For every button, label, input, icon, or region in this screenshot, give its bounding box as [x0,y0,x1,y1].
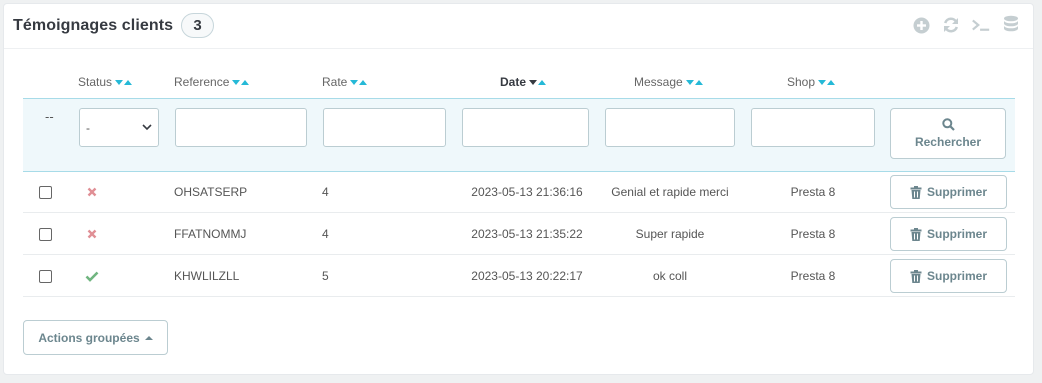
row-checkbox[interactable] [39,269,52,283]
column-label-rate: Rate [322,75,348,89]
row-select-cell [39,171,52,213]
database-icon[interactable] [1001,15,1021,35]
search-icon [941,118,955,131]
delete-button[interactable]: Supprimer [890,175,1007,209]
column-label-reference: Reference [174,75,230,89]
date-filter-input[interactable] [462,108,589,147]
sort-asc-icon[interactable] [124,79,133,85]
disabled-cross-icon[interactable] [87,229,97,239]
date-cell: 2023-05-13 21:35:22 [471,227,583,241]
shop-filter-input[interactable] [751,108,875,147]
status-filter-value: - [86,120,90,135]
trash-icon [910,227,922,241]
row-checkbox[interactable] [39,227,52,241]
reference-cell: OHSATSERP [174,185,248,199]
row-select-cell [39,213,52,255]
status-cell [87,213,97,255]
date-cell: 2023-05-13 20:22:17 [471,269,583,283]
date-cell: 2023-05-13 21:36:16 [471,185,583,199]
sort-desc-icon[interactable] [115,79,124,85]
filter-row: -- - Rechercher [23,98,1015,172]
delete-button[interactable]: Supprimer [890,259,1007,293]
sort-desc-icon[interactable] [232,79,241,85]
row-select-cell [39,255,52,297]
rate-filter-input[interactable] [323,108,446,147]
shop-cell: Presta 8 [790,269,836,283]
rate-cell: 4 [322,227,329,241]
chevron-down-icon [142,124,152,131]
bulk-actions-label: Actions groupées [38,330,140,345]
status-filter-select[interactable]: - [79,108,159,147]
delete-button-label: Supprimer [926,227,987,241]
disabled-cross-icon[interactable] [87,187,97,197]
table-row: OHSATSERP 4 2023-05-13 21:36:16 Genial e… [23,171,1015,213]
reference-filter-input[interactable] [175,108,307,147]
panel-title: Témoignages clients [13,17,174,34]
column-header-reference: Reference [174,75,250,89]
sort-controls-status [115,79,133,85]
terminal-icon[interactable] [971,15,991,35]
testimonials-panel: Témoignages clients 3 Status Reference R… [3,3,1034,375]
sort-desc-icon[interactable] [818,79,827,85]
column-label-status: Status [78,75,113,89]
reference-cell: FFATNOMMJ [174,227,247,241]
column-label-message: Message [634,75,683,89]
message-cell: Genial et rapide merci [611,185,729,199]
row-checkbox[interactable] [39,185,52,199]
message-filter-input[interactable] [605,108,735,147]
bulk-select-placeholder: -- [45,110,54,124]
refresh-icon[interactable] [941,15,961,35]
column-header-status: Status [78,75,133,89]
delete-button-label: Supprimer [926,269,987,283]
bulk-actions-button[interactable]: Actions groupées [23,320,168,355]
sort-controls-message [685,79,703,85]
rate-cell: 5 [322,269,329,283]
delete-button[interactable]: Supprimer [890,217,1007,251]
sort-controls-shop [818,79,836,85]
sort-desc-icon[interactable] [350,79,359,85]
table-row: FFATNOMMJ 4 2023-05-13 21:35:22 Super ra… [23,213,1015,255]
status-cell [87,171,97,213]
reference-cell: KHWLILZLL [174,269,240,283]
rate-cell: 4 [322,185,329,199]
table-row: KHWLILZLL 5 2023-05-13 20:22:17 ok coll … [23,255,1015,297]
trash-icon [910,185,922,199]
sort-controls-rate [350,79,368,85]
sort-asc-icon[interactable] [359,79,368,85]
column-label-shop: Shop [787,75,816,89]
sort-desc-active-icon[interactable] [529,79,538,85]
column-header-rate: Rate [322,75,368,89]
column-label-date: Date [500,75,527,89]
shop-cell: Presta 8 [790,185,836,199]
search-button[interactable]: Rechercher [890,108,1006,159]
sort-asc-icon[interactable] [827,79,836,85]
caret-up-icon [144,335,153,340]
enabled-check-icon[interactable] [85,271,99,282]
search-button-label: Rechercher [914,135,982,149]
message-cell: Super rapide [635,227,705,241]
column-header-message: Message [634,75,703,89]
column-header-shop: Shop [787,75,836,89]
delete-button-label: Supprimer [926,185,987,199]
sort-desc-icon[interactable] [685,79,694,85]
count-badge: 3 [181,13,214,38]
sort-asc-icon[interactable] [694,79,703,85]
column-header-date: Date [500,75,547,89]
sort-asc-icon[interactable] [538,79,547,85]
trash-icon [910,269,922,283]
plus-circle-icon[interactable] [911,15,931,35]
sort-controls-date [529,79,547,85]
message-cell: ok coll [652,269,687,283]
sort-asc-icon[interactable] [241,79,250,85]
shop-cell: Presta 8 [790,227,836,241]
panel-header: Témoignages clients 3 [4,4,1033,49]
status-cell [85,255,99,297]
sort-controls-reference [232,79,250,85]
panel-toolbar [911,14,1021,36]
